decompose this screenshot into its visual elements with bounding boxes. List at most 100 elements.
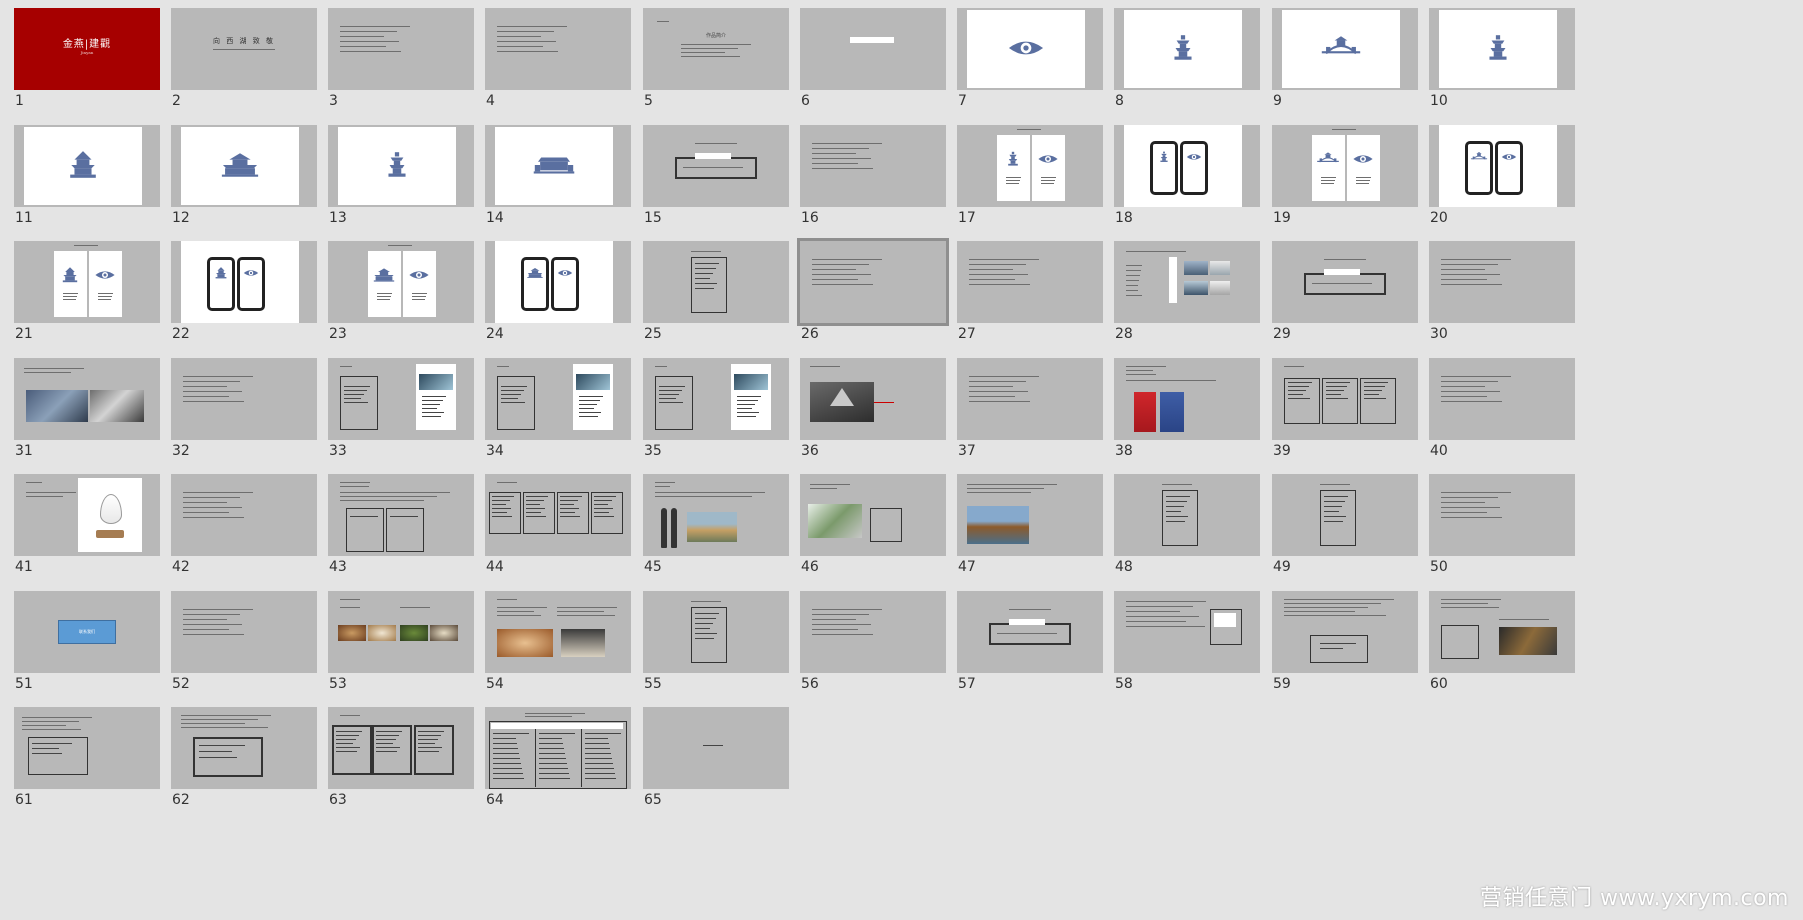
slide-item[interactable]: 24 xyxy=(485,241,655,366)
slide-thumbnail[interactable] xyxy=(1114,8,1260,90)
slide-item[interactable]: 39 xyxy=(1272,358,1442,483)
slide-thumbnail[interactable] xyxy=(485,358,631,440)
slide-item[interactable]: 55 xyxy=(643,591,813,716)
slide-thumbnail[interactable] xyxy=(643,591,789,673)
slide-item[interactable]: 46 xyxy=(800,474,970,599)
slide-thumbnail[interactable] xyxy=(14,241,160,323)
slide-item[interactable]: 13 xyxy=(328,125,498,250)
slide-thumbnail[interactable] xyxy=(957,125,1103,207)
slide-item[interactable]: 14 xyxy=(485,125,655,250)
slide-item[interactable]: 47 xyxy=(957,474,1127,599)
slide-item[interactable]: 联系我们 51 xyxy=(14,591,184,716)
slide-thumbnail[interactable]: 联系我们 xyxy=(14,591,160,673)
slide-item[interactable]: 62 xyxy=(171,707,341,832)
slide-thumbnail[interactable] xyxy=(800,8,946,90)
slide-thumbnail[interactable]: 金燕|建觀 Jinyan xyxy=(14,8,160,90)
slide-thumbnail[interactable] xyxy=(1272,591,1418,673)
slide-item[interactable]: 40 xyxy=(1429,358,1599,483)
slide-thumbnail[interactable] xyxy=(171,125,317,207)
slide-item[interactable]: 作品简介 5 xyxy=(643,8,813,133)
slide-item[interactable]: 19 xyxy=(1272,125,1442,250)
slide-thumbnail[interactable] xyxy=(800,358,946,440)
slide-thumbnail[interactable] xyxy=(328,125,474,207)
slide-item[interactable]: 4 xyxy=(485,8,655,133)
slide-item[interactable]: 60 xyxy=(1429,591,1599,716)
slide-item[interactable]: 48 xyxy=(1114,474,1284,599)
slide-thumbnail[interactable] xyxy=(643,125,789,207)
slide-item[interactable]: 27 xyxy=(957,241,1127,366)
slide-thumbnail[interactable] xyxy=(643,474,789,556)
slide-thumbnail[interactable] xyxy=(328,474,474,556)
slide-item[interactable]: 15 xyxy=(643,125,813,250)
slide-thumbnail[interactable] xyxy=(328,8,474,90)
slide-item[interactable]: 56 xyxy=(800,591,970,716)
slide-thumbnail[interactable] xyxy=(1429,591,1575,673)
slide-thumbnail[interactable] xyxy=(328,591,474,673)
slide-item[interactable]: 63 xyxy=(328,707,498,832)
slide-thumbnail[interactable] xyxy=(485,591,631,673)
slide-item[interactable]: 61 xyxy=(14,707,184,832)
slide-thumbnail[interactable] xyxy=(14,358,160,440)
slide-thumbnail[interactable] xyxy=(171,591,317,673)
slide-thumbnail[interactable] xyxy=(1429,8,1575,90)
slide-item[interactable]: 59 xyxy=(1272,591,1442,716)
slide-item[interactable]: 38 xyxy=(1114,358,1284,483)
slide-thumbnail[interactable] xyxy=(800,591,946,673)
slide-thumbnail[interactable] xyxy=(797,238,949,326)
slide-item[interactable]: 16 xyxy=(800,125,970,250)
slide-thumbnail[interactable] xyxy=(957,591,1103,673)
slide-item[interactable]: 58 xyxy=(1114,591,1284,716)
slide-item[interactable]: 54 xyxy=(485,591,655,716)
slide-item[interactable]: 31 xyxy=(14,358,184,483)
slide-item[interactable]: 26 xyxy=(797,238,970,366)
slide-thumbnail[interactable] xyxy=(1272,241,1418,323)
slide-item[interactable]: 32 xyxy=(171,358,341,483)
slide-thumbnail[interactable]: 作品简介 xyxy=(643,8,789,90)
slide-thumbnail[interactable] xyxy=(485,8,631,90)
slide-thumbnail[interactable] xyxy=(957,8,1103,90)
slide-item[interactable]: 29 xyxy=(1272,241,1442,366)
slide-thumbnail[interactable] xyxy=(1114,474,1260,556)
slide-thumbnail[interactable] xyxy=(1272,8,1418,90)
slide-item[interactable]: 52 xyxy=(171,591,341,716)
slide-item[interactable]: 17 xyxy=(957,125,1127,250)
slide-thumbnail[interactable] xyxy=(1114,591,1260,673)
slide-thumbnail[interactable] xyxy=(1114,125,1260,207)
slide-item[interactable]: 33 xyxy=(328,358,498,483)
slide-item[interactable]: 22 xyxy=(171,241,341,366)
slide-thumbnail[interactable] xyxy=(957,358,1103,440)
slide-thumbnail[interactable] xyxy=(1272,125,1418,207)
slide-item[interactable]: 35 xyxy=(643,358,813,483)
slide-item[interactable]: 44 xyxy=(485,474,655,599)
slide-thumbnail[interactable] xyxy=(485,707,631,789)
slide-item[interactable]: 65 xyxy=(643,707,813,832)
slide-item[interactable]: 53 xyxy=(328,591,498,716)
slide-item[interactable]: 向 西 湖 致 敬 2 xyxy=(171,8,341,133)
slide-item[interactable]: 21 xyxy=(14,241,184,366)
slide-thumbnail[interactable] xyxy=(1272,474,1418,556)
slide-thumbnail[interactable] xyxy=(328,241,474,323)
slide-thumbnail[interactable] xyxy=(1429,125,1575,207)
slide-item[interactable]: 45 xyxy=(643,474,813,599)
slide-item[interactable]: 25 xyxy=(643,241,813,366)
slide-thumbnail[interactable] xyxy=(171,707,317,789)
slide-item[interactable]: 23 xyxy=(328,241,498,366)
slide-thumbnail[interactable] xyxy=(1429,358,1575,440)
slide-item[interactable]: 36 xyxy=(800,358,970,483)
slide-thumbnail[interactable] xyxy=(171,474,317,556)
slide-item[interactable]: 42 xyxy=(171,474,341,599)
slide-thumbnail[interactable] xyxy=(643,707,789,789)
slide-thumbnail[interactable] xyxy=(800,474,946,556)
slide-item[interactable]: 10 xyxy=(1429,8,1599,133)
slide-item[interactable]: 3 xyxy=(328,8,498,133)
slide-thumbnail[interactable] xyxy=(485,474,631,556)
slide-thumbnail[interactable] xyxy=(957,474,1103,556)
slide-item[interactable]: 64 xyxy=(485,707,655,832)
slide-item[interactable]: 8 xyxy=(1114,8,1284,133)
slide-item[interactable]: 57 xyxy=(957,591,1127,716)
slide-thumbnail[interactable] xyxy=(328,358,474,440)
slide-thumbnail[interactable] xyxy=(957,241,1103,323)
slide-thumbnail[interactable] xyxy=(171,358,317,440)
slide-item[interactable]: 金燕|建觀 Jinyan 1 xyxy=(14,8,184,133)
slide-item[interactable]: 20 xyxy=(1429,125,1599,250)
